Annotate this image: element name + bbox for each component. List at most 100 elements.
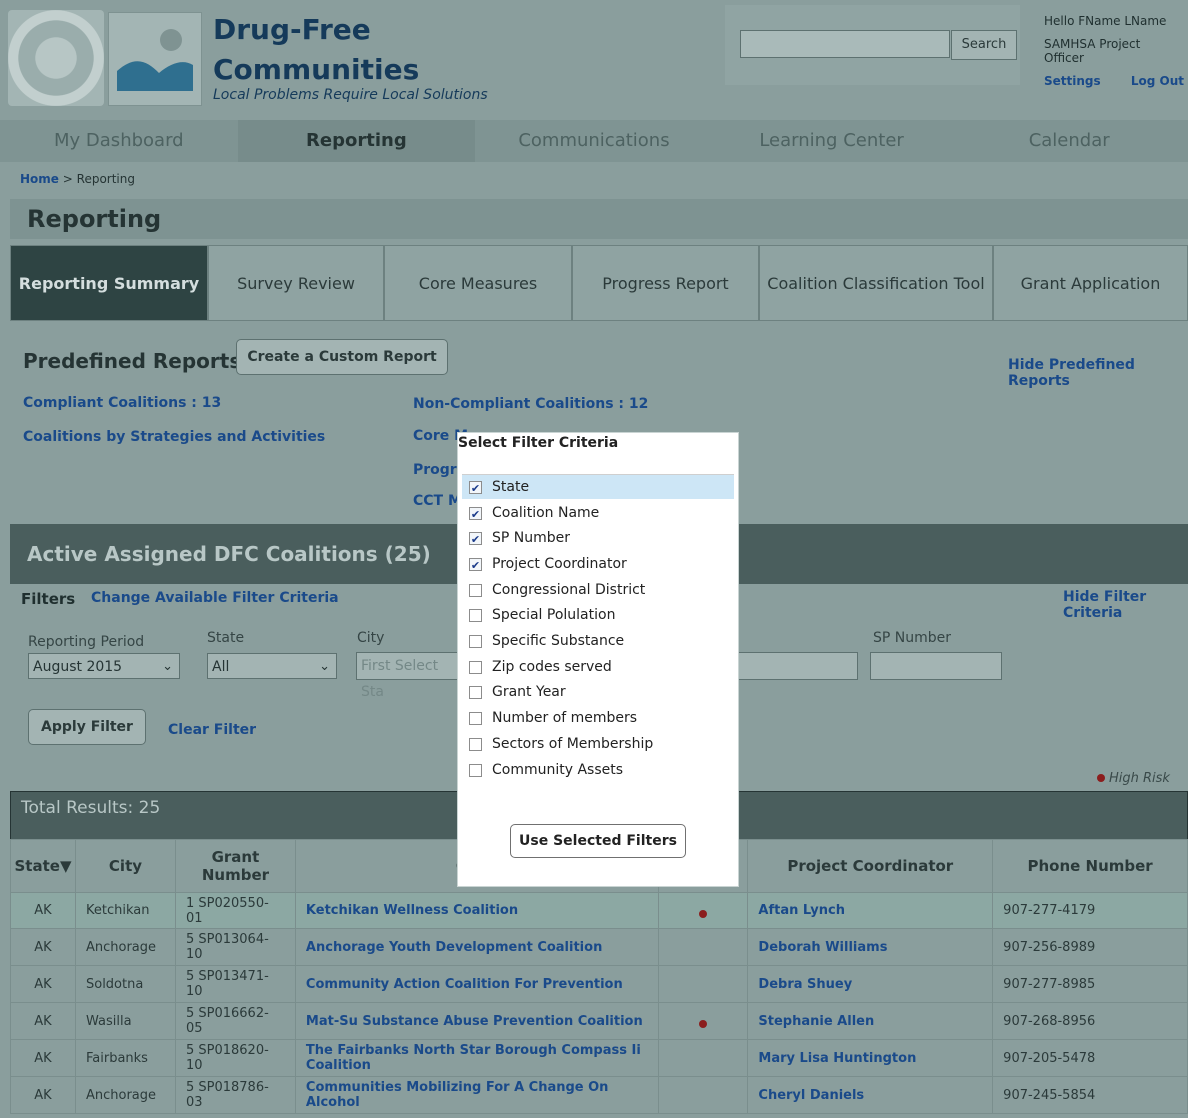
checkbox-checked[interactable]: ✔ bbox=[469, 506, 482, 521]
filter-option[interactable]: Community Assets bbox=[462, 758, 734, 782]
col-state[interactable]: State▼ bbox=[10, 839, 76, 893]
nav-reporting[interactable]: Reporting bbox=[237, 120, 476, 162]
breadcrumb-separator: > bbox=[62, 172, 73, 186]
checkbox-checked[interactable]: ✔ bbox=[469, 557, 482, 572]
tab-core-measures[interactable]: Core Measures bbox=[384, 245, 572, 321]
cell-coalition-link[interactable]: Anchorage Youth Development Coalition bbox=[294, 928, 659, 966]
cell-risk bbox=[657, 892, 749, 929]
filter-option[interactable]: Number of members bbox=[462, 706, 734, 730]
col-phone-number[interactable]: Phone Number bbox=[992, 839, 1188, 893]
checkbox-checked[interactable]: ✔ bbox=[469, 531, 482, 546]
nav-my-dashboard[interactable]: My Dashboard bbox=[0, 120, 238, 162]
cell-coordinator-link[interactable]: Debra Shuey bbox=[747, 965, 994, 1003]
state-select[interactable]: All ⌄ bbox=[207, 653, 337, 679]
cell-grant-number: 5 SP018786-03 bbox=[174, 1076, 296, 1114]
filters-label: Filters bbox=[21, 590, 76, 608]
sp-number-input[interactable] bbox=[870, 652, 1002, 680]
table-row[interactable]: AK Anchorage 5 SP013064-10 Anchorage Youth … bbox=[10, 928, 1188, 966]
city-input[interactable]: First Select Sta bbox=[356, 652, 466, 700]
cell-coalition-link[interactable]: Ketchikan Wellness Coalition bbox=[294, 892, 659, 929]
settings-link[interactable]: Settings bbox=[1044, 74, 1101, 88]
cct-report-link[interactable]: CCT M bbox=[413, 493, 462, 509]
cell-coalition-link[interactable]: Communities Mobilizing For A Change On A… bbox=[294, 1076, 659, 1114]
filter-option[interactable]: ✔ Coalition Name bbox=[462, 501, 734, 525]
search-button[interactable]: Search bbox=[951, 30, 1017, 60]
use-selected-filters-button[interactable]: Use Selected Filters bbox=[510, 824, 686, 858]
checkbox-checked[interactable]: ✔ bbox=[469, 480, 482, 495]
tab-progress-report[interactable]: Progress Report bbox=[572, 245, 759, 321]
filter-option[interactable]: ✔ State bbox=[462, 475, 734, 499]
strategies-activities-link[interactable]: Coalitions by Strategies and Activities bbox=[23, 429, 325, 445]
cell-state: AK bbox=[10, 1039, 76, 1077]
seal-logo bbox=[8, 10, 104, 106]
non-compliant-coalitions-link[interactable]: Non-Compliant Coalitions : 12 bbox=[413, 396, 648, 412]
tab-reporting-summary[interactable]: Reporting Summary bbox=[10, 245, 208, 321]
logout-link[interactable]: Log Out bbox=[1131, 74, 1184, 88]
state-value: All bbox=[212, 659, 230, 675]
table-row[interactable]: AK Fairbanks 5 SP018620-10 The Fairbanks No… bbox=[10, 1039, 1188, 1077]
reporting-period-select[interactable]: August 2015 ⌄ bbox=[28, 653, 180, 679]
nav-calendar[interactable]: Calendar bbox=[950, 120, 1188, 162]
tab-grant-application[interactable]: Grant Application bbox=[993, 245, 1188, 321]
cell-coordinator-link[interactable]: Aftan Lynch bbox=[747, 892, 994, 929]
cell-phone: 907-277-4179 bbox=[992, 892, 1188, 929]
check-icon: ✔ bbox=[470, 481, 481, 495]
col-city[interactable]: City bbox=[74, 839, 176, 893]
high-risk-dot-icon bbox=[698, 1020, 707, 1028]
checkbox-unchecked[interactable] bbox=[469, 660, 482, 674]
risk-dot-icon bbox=[1097, 774, 1105, 782]
compliant-coalitions-link[interactable]: Compliant Coalitions : 13 bbox=[23, 395, 221, 411]
hide-predefined-reports-link[interactable]: Hide Predefined Reports bbox=[1008, 357, 1188, 389]
breadcrumb-home[interactable]: Home bbox=[20, 172, 59, 186]
col-grant-number[interactable]: Grant Number bbox=[174, 839, 296, 893]
cell-coordinator-link[interactable]: Cheryl Daniels bbox=[747, 1076, 994, 1114]
cell-state: AK bbox=[10, 1002, 76, 1040]
check-icon: ✔ bbox=[470, 507, 481, 521]
tab-survey-review[interactable]: Survey Review bbox=[208, 245, 384, 321]
apply-filter-button[interactable]: Apply Filter bbox=[28, 709, 146, 745]
nav-learning-center[interactable]: Learning Center bbox=[713, 120, 951, 162]
table-row[interactable]: AK Ketchikan 1 SP020550-01 Ketchikan Wellne… bbox=[10, 892, 1188, 929]
clear-filter-link[interactable]: Clear Filter bbox=[168, 722, 256, 738]
filter-field-input[interactable] bbox=[735, 652, 858, 680]
user-role: SAMHSA Project Officer bbox=[1044, 37, 1141, 65]
checkbox-unchecked[interactable] bbox=[469, 634, 482, 648]
filter-option[interactable]: Sectors of Membership bbox=[462, 732, 734, 756]
filter-option[interactable]: ✔ SP Number bbox=[462, 526, 734, 550]
filter-option[interactable]: Special Polulation bbox=[462, 603, 734, 627]
create-custom-report-button[interactable]: Create a Custom Report bbox=[236, 339, 448, 375]
col-project-coordinator[interactable]: Project Coordinator bbox=[747, 839, 994, 893]
search-input[interactable] bbox=[740, 30, 950, 58]
checkbox-unchecked[interactable] bbox=[469, 583, 482, 597]
filter-option[interactable]: ✔ Project Coordinator bbox=[462, 552, 734, 576]
filter-option[interactable]: Specific Substance bbox=[462, 629, 734, 653]
checkbox-unchecked[interactable] bbox=[469, 711, 482, 725]
checkbox-unchecked[interactable] bbox=[469, 608, 482, 622]
checkbox-unchecked[interactable] bbox=[469, 685, 482, 699]
cell-coalition-link[interactable]: The Fairbanks North Star Borough Compass… bbox=[294, 1039, 659, 1077]
hide-filter-criteria-link[interactable]: Hide Filter Criteria bbox=[1063, 589, 1188, 621]
cell-city: Anchorage bbox=[74, 928, 176, 966]
cell-coalition-link[interactable]: Community Action Coalition For Preventio… bbox=[294, 965, 659, 1003]
tab-coalition-classification-tool[interactable]: Coalition Classification Tool bbox=[759, 245, 993, 321]
table-row[interactable]: AK Anchorage 5 SP018786-03 Communities Mobi… bbox=[10, 1076, 1188, 1114]
filter-option-label: Zip codes served bbox=[492, 659, 612, 675]
high-risk-legend: High Risk bbox=[1097, 771, 1170, 786]
checkbox-unchecked[interactable] bbox=[469, 763, 482, 777]
cell-risk bbox=[657, 1002, 749, 1040]
cell-coordinator-link[interactable]: Mary Lisa Huntington bbox=[747, 1039, 994, 1077]
change-filter-criteria-link[interactable]: Change Available Filter Criteria bbox=[91, 590, 339, 606]
sort-down-icon: ▼ bbox=[59, 857, 72, 875]
filter-option[interactable]: Grant Year bbox=[462, 680, 734, 704]
checkbox-unchecked[interactable] bbox=[469, 737, 482, 751]
table-row[interactable]: AK Soldotna 5 SP013471-10 Community Action … bbox=[10, 965, 1188, 1003]
filter-option-label: Specific Substance bbox=[492, 633, 625, 649]
cell-coordinator-link[interactable]: Deborah Williams bbox=[747, 928, 994, 966]
nav-communications[interactable]: Communications bbox=[475, 120, 713, 162]
cell-coordinator-link[interactable]: Stephanie Allen bbox=[747, 1002, 994, 1040]
filter-option[interactable]: Zip codes served bbox=[462, 655, 734, 679]
cell-coalition-link[interactable]: Mat-Su Substance Abuse Prevention Coalit… bbox=[294, 1002, 659, 1040]
table-row[interactable]: AK Wasilla 5 SP016662-05 Mat-Su Substance A… bbox=[10, 1002, 1188, 1040]
filter-option[interactable]: Congressional District bbox=[462, 578, 734, 602]
filter-option-label: Congressional District bbox=[492, 582, 646, 598]
